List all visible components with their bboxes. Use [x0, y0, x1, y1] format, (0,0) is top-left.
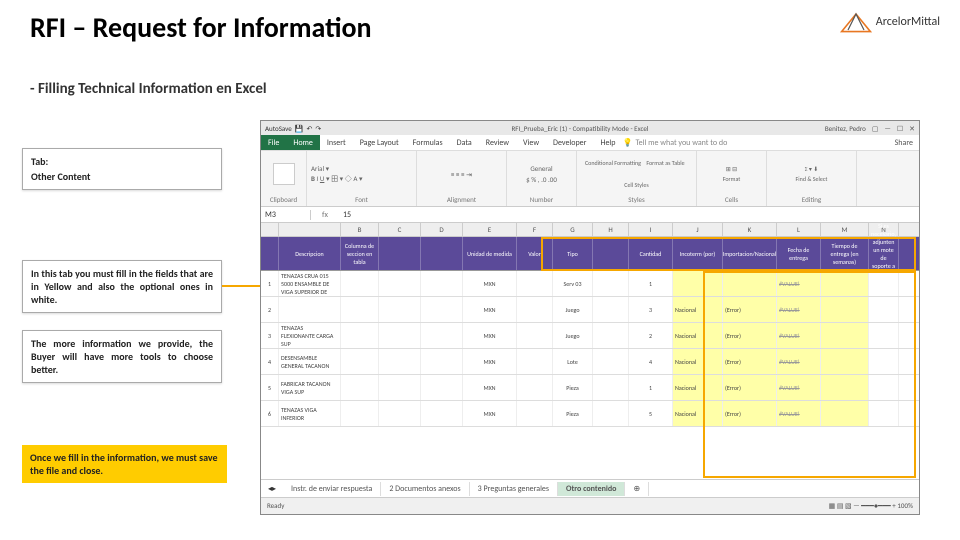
sheet-tab-4[interactable]: Otro contenido — [558, 482, 625, 496]
tell-me[interactable]: Tell me what you want to do — [635, 138, 727, 148]
undo-icon[interactable]: ↶ — [306, 124, 312, 133]
name-box[interactable]: M3 — [261, 210, 311, 220]
tab-home[interactable]: Home — [286, 135, 320, 150]
table-row[interactable]: 6TENAZAS VIGA INFERIORMXNPieza5Nacional(… — [261, 401, 919, 427]
format-button[interactable]: Format — [723, 175, 741, 183]
user-name: Benitez, Pedro — [825, 124, 866, 133]
connector-line — [222, 285, 260, 287]
slide-subtitle: - Filling Technical Information en Excel — [30, 80, 267, 98]
minimize-icon[interactable]: — — [885, 124, 891, 133]
status-text: Ready — [267, 501, 284, 510]
lightbulb-icon: 💡 — [622, 138, 632, 148]
data-headers: Descripcion Columna de seccion en tabla … — [261, 237, 919, 271]
tab-view[interactable]: View — [516, 135, 546, 150]
slide-title: RFI – Request for Information — [30, 10, 372, 45]
fmt-table-button[interactable]: Format as Table — [646, 159, 684, 167]
tab-review[interactable]: Review — [479, 135, 516, 150]
close-icon[interactable]: ✕ — [909, 124, 915, 133]
view-normal-icon[interactable]: ▦ — [829, 501, 836, 510]
tab-developer[interactable]: Developer — [546, 135, 593, 150]
view-pagebreak-icon[interactable]: ▧ — [845, 501, 852, 510]
maximize-icon[interactable]: ☐ — [897, 124, 903, 133]
tab-insert[interactable]: Insert — [320, 135, 353, 150]
group-font: Font — [311, 195, 412, 204]
ribbon-options-icon[interactable]: ▢ — [872, 124, 879, 133]
sheet-tab-3[interactable]: 3 Preguntas generales — [470, 482, 558, 496]
group-styles: Styles — [581, 195, 692, 204]
share-button[interactable]: Share — [895, 138, 919, 148]
add-sheet-icon[interactable]: ⊕ — [625, 482, 649, 496]
brand-name: ArcelorMittal — [876, 15, 940, 29]
doc-title: RFI_Prueba_Eric (1) - Compatibility Mode… — [391, 124, 769, 133]
group-cells: Cells — [701, 195, 762, 204]
tab-help[interactable]: Help — [593, 135, 622, 150]
zoom-level[interactable]: 100% — [897, 501, 913, 510]
redo-icon[interactable]: ↷ — [315, 124, 321, 133]
table-row[interactable]: 2MXNJuego3Nacional(Error)#VALUE! — [261, 297, 919, 323]
table-row[interactable]: 5FABRICAR TACANON VIGA SUPMXNPieza1Nacio… — [261, 375, 919, 401]
brand-logo: ArcelorMittal — [840, 10, 940, 34]
tab-pagelayout[interactable]: Page Layout — [353, 135, 406, 150]
column-headers: BC DE FG HI JK LM N — [261, 223, 919, 237]
callout-tab-label: Tab: — [31, 155, 213, 168]
sheet-tabs: ◂▸ Instr. de enviar respuesta 2 Document… — [261, 479, 919, 497]
table-row[interactable]: 3TENAZAS FLEXIONANTE CARGA SUPMXNJuego2N… — [261, 323, 919, 349]
table-row[interactable]: 4DESENSAMBLE GENERAL TACANONMXNLote4Naci… — [261, 349, 919, 375]
tab-file[interactable]: File — [261, 135, 286, 150]
group-number: Number — [511, 195, 572, 204]
find-button[interactable]: Find & Select — [796, 175, 828, 183]
cond-fmt-button[interactable]: Conditional Formatting — [585, 159, 641, 167]
fx-icon[interactable]: fx — [311, 210, 339, 220]
number-format[interactable]: General — [530, 164, 552, 173]
ribbon-tabs: File Home Insert Page Layout Formulas Da… — [261, 135, 919, 151]
sheet-tab-1[interactable]: Instr. de enviar respuesta — [283, 482, 381, 496]
group-alignment: Alignment — [421, 195, 502, 204]
callout-desc1: In this tab you must fill in the fields … — [22, 260, 222, 313]
save-icon[interactable]: 💾 — [295, 124, 304, 133]
data-rows: 1TENAZAS CRUA 015 5000 ENSAMBLE DE VIGA … — [261, 271, 919, 427]
tab-formulas[interactable]: Formulas — [406, 135, 450, 150]
group-clipboard: Clipboard — [265, 195, 302, 204]
autosave-label: AutoSave — [265, 124, 292, 133]
formula-bar: M3 fx 15 — [261, 207, 919, 223]
group-editing: Editing — [771, 195, 852, 204]
titlebar: AutoSave 💾 ↶ ↷ RFI_Prueba_Eric (1) - Com… — [261, 121, 919, 135]
callout-final: Once we fill in the information, we must… — [22, 445, 227, 483]
ribbon: Clipboard Arial ▾ B I U ▾ 田 ▾ ◇ A ▾ Font… — [261, 151, 919, 207]
sheet-tab-2[interactable]: 2 Documentos anexos — [381, 482, 469, 496]
font-name[interactable]: Arial — [311, 164, 324, 173]
arcelormittal-mark-icon — [840, 10, 872, 34]
sheet-nav-icon[interactable]: ◂▸ — [261, 484, 283, 494]
view-pagelayout-icon[interactable]: ▤ — [837, 501, 844, 510]
table-row[interactable]: 1TENAZAS CRUA 015 5000 ENSAMBLE DE VIGA … — [261, 271, 919, 297]
grid[interactable]: BC DE FG HI JK LM N Descripcion Columna … — [261, 223, 919, 479]
excel-window: AutoSave 💾 ↶ ↷ RFI_Prueba_Eric (1) - Com… — [260, 120, 920, 515]
paste-icon[interactable] — [273, 163, 295, 185]
formula-input[interactable]: 15 — [339, 210, 919, 220]
callout-tab-name: Other Content — [31, 170, 91, 183]
status-bar: Ready ▦ ▤ ▧ — ━━━●━━━ + 100% — [261, 497, 919, 512]
callout-desc2: The more information we provide, the Buy… — [22, 330, 222, 383]
callout-tab: Tab: Other Content — [22, 148, 222, 190]
cell-styles-button[interactable]: Cell Styles — [624, 181, 649, 189]
tab-data[interactable]: Data — [450, 135, 479, 150]
